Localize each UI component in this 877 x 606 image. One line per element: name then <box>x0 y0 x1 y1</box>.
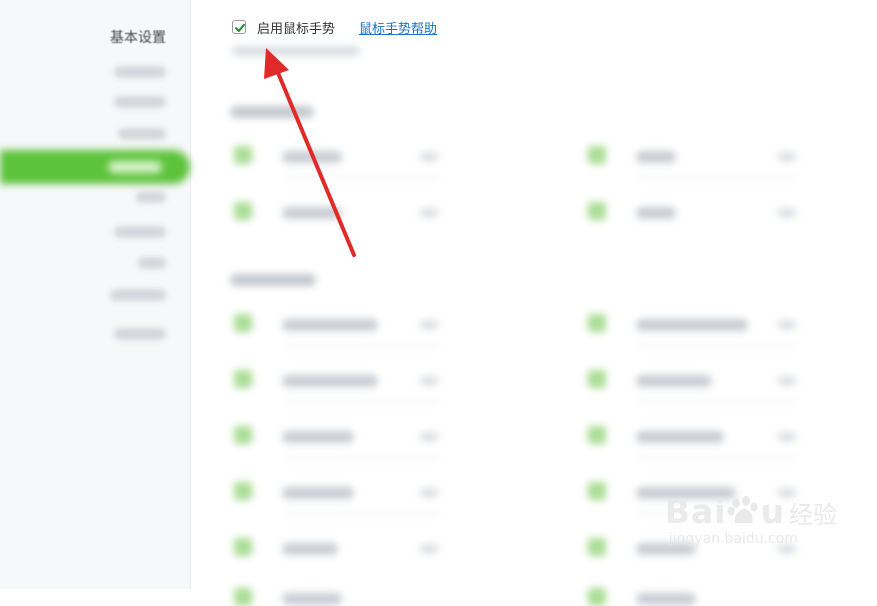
watermark-url: jingyan.baidu.com <box>668 531 798 547</box>
paw-icon <box>727 496 757 523</box>
watermark-cn: 经验 <box>789 501 837 529</box>
watermark-brand: Bai <box>664 492 727 531</box>
watermark-brand-end: u <box>760 492 785 531</box>
baidu-jingyan-watermark: Bai u 经验 jingyan.baidu.com <box>665 492 837 547</box>
